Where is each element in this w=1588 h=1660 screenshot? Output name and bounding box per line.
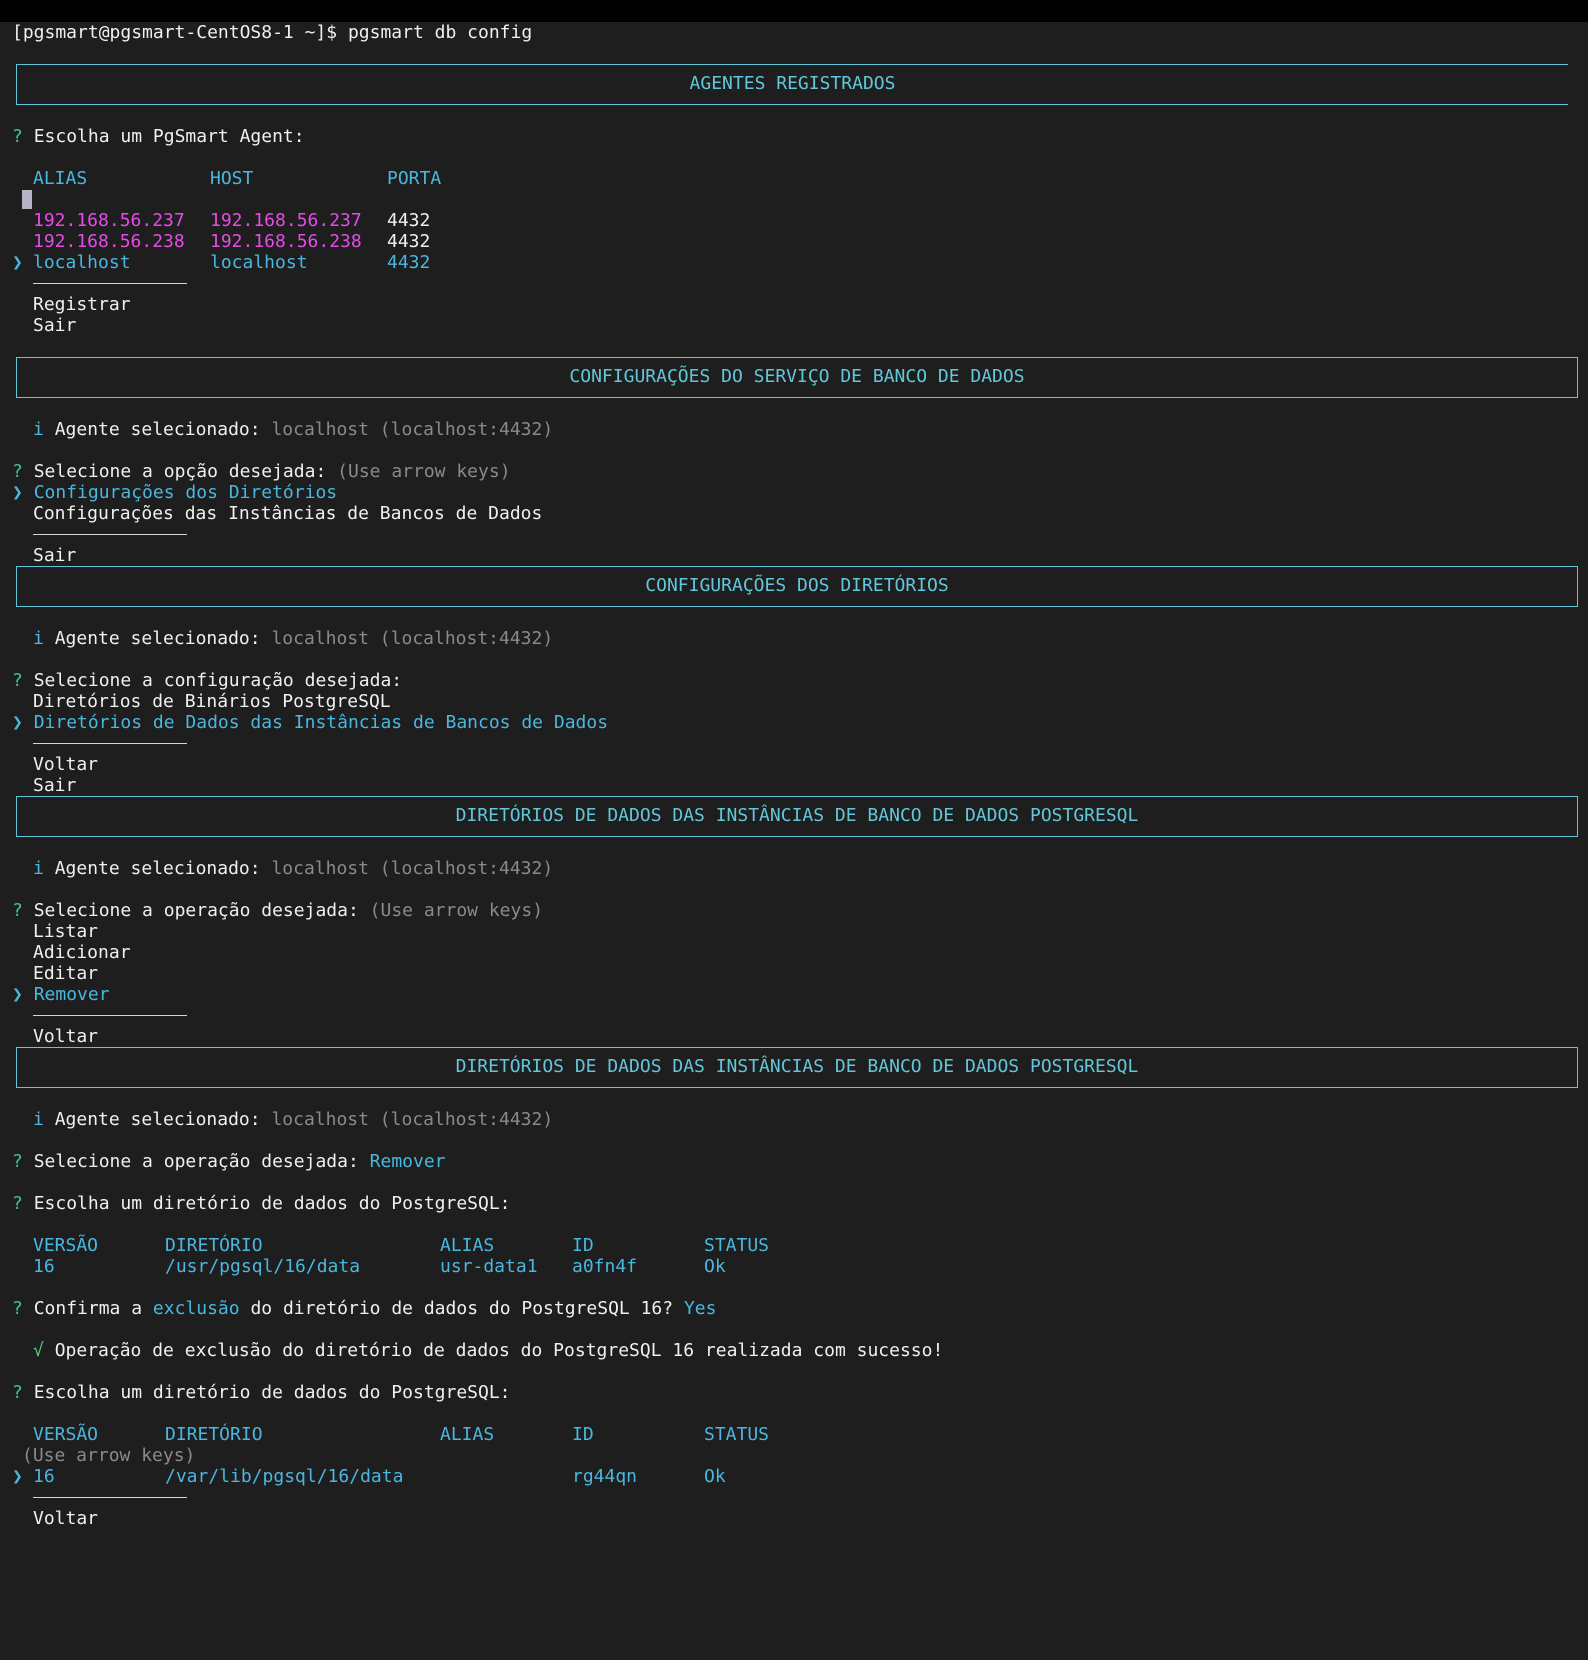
menu-item-registrar[interactable]: Registrar: [0, 294, 1588, 315]
pointer-icon: ❯: [12, 482, 23, 503]
menu-item-voltar[interactable]: Voltar: [0, 754, 1588, 775]
menu-item-listar[interactable]: Listar: [0, 921, 1588, 942]
agent-row[interactable]: 192.168.56.238 192.168.56.238 4432: [0, 231, 1588, 252]
question-mark-icon: ?: [12, 1382, 23, 1403]
menu-item-sair[interactable]: Sair: [0, 775, 1588, 796]
terminal-output: [pgsmart@pgsmart-CentOS8-1 ~]$ pgsmart d…: [0, 22, 1588, 1529]
success-message: √ Operação de exclusão do diretório de d…: [33, 1340, 944, 1361]
terminal-cursor-line: [0, 189, 1588, 210]
section-header-data-directories-remove: DIRETÓRIOS DE DADOS DAS INSTÂNCIAS DE BA…: [16, 1047, 1578, 1088]
menu-separator: [0, 524, 1588, 545]
question-choose-directory: ? Escolha um diretório de dados do Postg…: [12, 1193, 511, 1214]
hint-use-arrow-keys: (Use arrow keys): [22, 1445, 196, 1466]
directories-table-header: VERSÃO DIRETÓRIO ALIAS ID STATUS: [33, 1424, 770, 1445]
directory-row-selected[interactable]: ❯ 16 /var/lib/pgsql/16/data rg44qn Ok: [0, 1466, 1588, 1487]
answer-value: Remover: [369, 1151, 446, 1172]
agent-row[interactable]: 192.168.56.237 192.168.56.237 4432: [0, 210, 1588, 231]
agents-table-header: ALIAS HOST PORTA: [33, 168, 442, 189]
pointer-icon: ❯: [12, 252, 23, 273]
info-selected-agent: i Agente selecionado: localhost (localho…: [33, 419, 554, 440]
pointer-icon: ❯: [12, 1466, 23, 1487]
question-mark-icon: ?: [12, 1298, 23, 1319]
directories-table-header: VERSÃO DIRETÓRIO ALIAS ID STATUS: [33, 1235, 770, 1256]
menu-item-binary-directories[interactable]: Diretórios de Binários PostgreSQL: [0, 691, 1588, 712]
info-selected-agent: i Agente selecionado: localhost (localho…: [33, 628, 554, 649]
question-select-operation: ? Selecione a operação desejada: (Use ar…: [12, 900, 544, 921]
check-icon: √: [33, 1340, 44, 1361]
section-header-directories: CONFIGURAÇÕES DOS DIRETÓRIOS: [16, 566, 1578, 607]
question-select-operation-answered: ? Selecione a operação desejada: Remover: [12, 1151, 446, 1172]
menu-item-sair[interactable]: Sair: [0, 315, 1588, 336]
info-icon: i: [33, 858, 44, 879]
question-mark-icon: ?: [12, 461, 23, 482]
info-selected-agent: i Agente selecionado: localhost (localho…: [33, 1109, 554, 1130]
directory-row: 16 /usr/pgsql/16/data usr-data1 a0fn4f O…: [33, 1256, 726, 1277]
cursor-block: [22, 190, 32, 209]
info-icon: i: [33, 419, 44, 440]
info-icon: i: [33, 628, 44, 649]
menu-item-voltar[interactable]: Voltar: [0, 1508, 1588, 1529]
question-mark-icon: ?: [12, 1151, 23, 1172]
menu-item-data-directories-selected[interactable]: ❯ Diretórios de Dados das Instâncias de …: [0, 712, 1588, 733]
menu-item-config-directories-selected[interactable]: ❯ Configurações dos Diretórios: [0, 482, 1588, 503]
menu-item-voltar[interactable]: Voltar: [0, 1026, 1588, 1047]
question-mark-icon: ?: [12, 670, 23, 691]
info-icon: i: [33, 1109, 44, 1130]
question-choose-agent: ? Escolha um PgSmart Agent:: [12, 126, 305, 147]
answer-value: Yes: [683, 1298, 717, 1319]
menu-item-remover-selected[interactable]: ❯ Remover: [0, 984, 1588, 1005]
menu-item-editar[interactable]: Editar: [0, 963, 1588, 984]
terminal-top-bar: [0, 0, 1588, 22]
menu-separator: [0, 733, 1588, 754]
menu-separator: [0, 1005, 1588, 1026]
pointer-icon: ❯: [12, 712, 23, 733]
question-select-option: ? Selecione a opção desejada: (Use arrow…: [12, 461, 511, 482]
menu-item-sair[interactable]: Sair: [0, 545, 1588, 566]
question-mark-icon: ?: [12, 1193, 23, 1214]
shell-command-line: [pgsmart@pgsmart-CentOS8-1 ~]$ pgsmart d…: [12, 22, 533, 43]
section-header-data-directories: DIRETÓRIOS DE DADOS DAS INSTÂNCIAS DE BA…: [16, 796, 1578, 837]
agent-row-selected[interactable]: ❯ localhost localhost 4432: [0, 252, 1588, 273]
section-header-db-service: CONFIGURAÇÕES DO SERVIÇO DE BANCO DE DAD…: [16, 357, 1578, 398]
question-mark-icon: ?: [12, 126, 23, 147]
question-choose-directory: ? Escolha um diretório de dados do Postg…: [12, 1382, 511, 1403]
pointer-icon: ❯: [12, 984, 23, 1005]
menu-item-adicionar[interactable]: Adicionar: [0, 942, 1588, 963]
question-mark-icon: ?: [12, 900, 23, 921]
section-header-agents: AGENTES REGISTRADOS: [16, 64, 1568, 105]
menu-separator: [0, 273, 1588, 294]
menu-separator: [0, 1487, 1588, 1508]
menu-item-config-instances[interactable]: Configurações das Instâncias de Bancos d…: [0, 503, 1588, 524]
question-select-configuration: ? Selecione a configuração desejada:: [12, 670, 403, 691]
info-selected-agent: i Agente selecionado: localhost (localho…: [33, 858, 554, 879]
question-confirm-delete: ? Confirma a exclusão do diretório de da…: [12, 1298, 717, 1319]
